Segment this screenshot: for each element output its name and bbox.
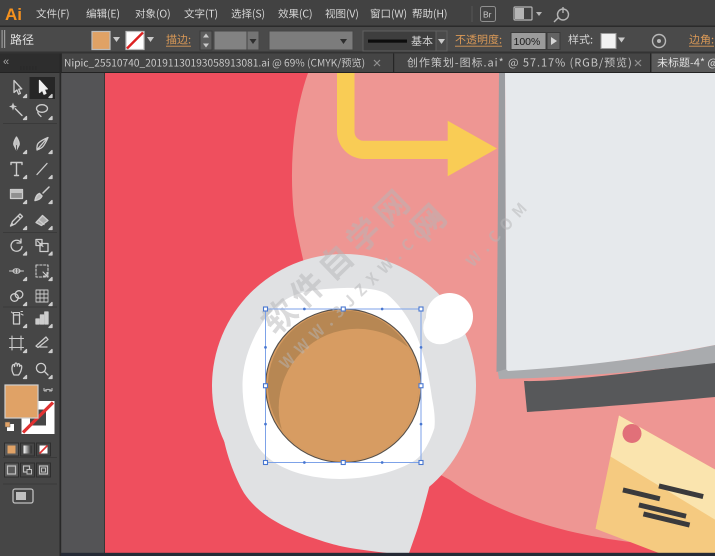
svg-text:Ai: Ai (5, 5, 22, 24)
svg-text:«: « (3, 56, 9, 68)
svg-text:Br: Br (483, 10, 492, 20)
svg-text:100%: 100% (514, 36, 541, 48)
